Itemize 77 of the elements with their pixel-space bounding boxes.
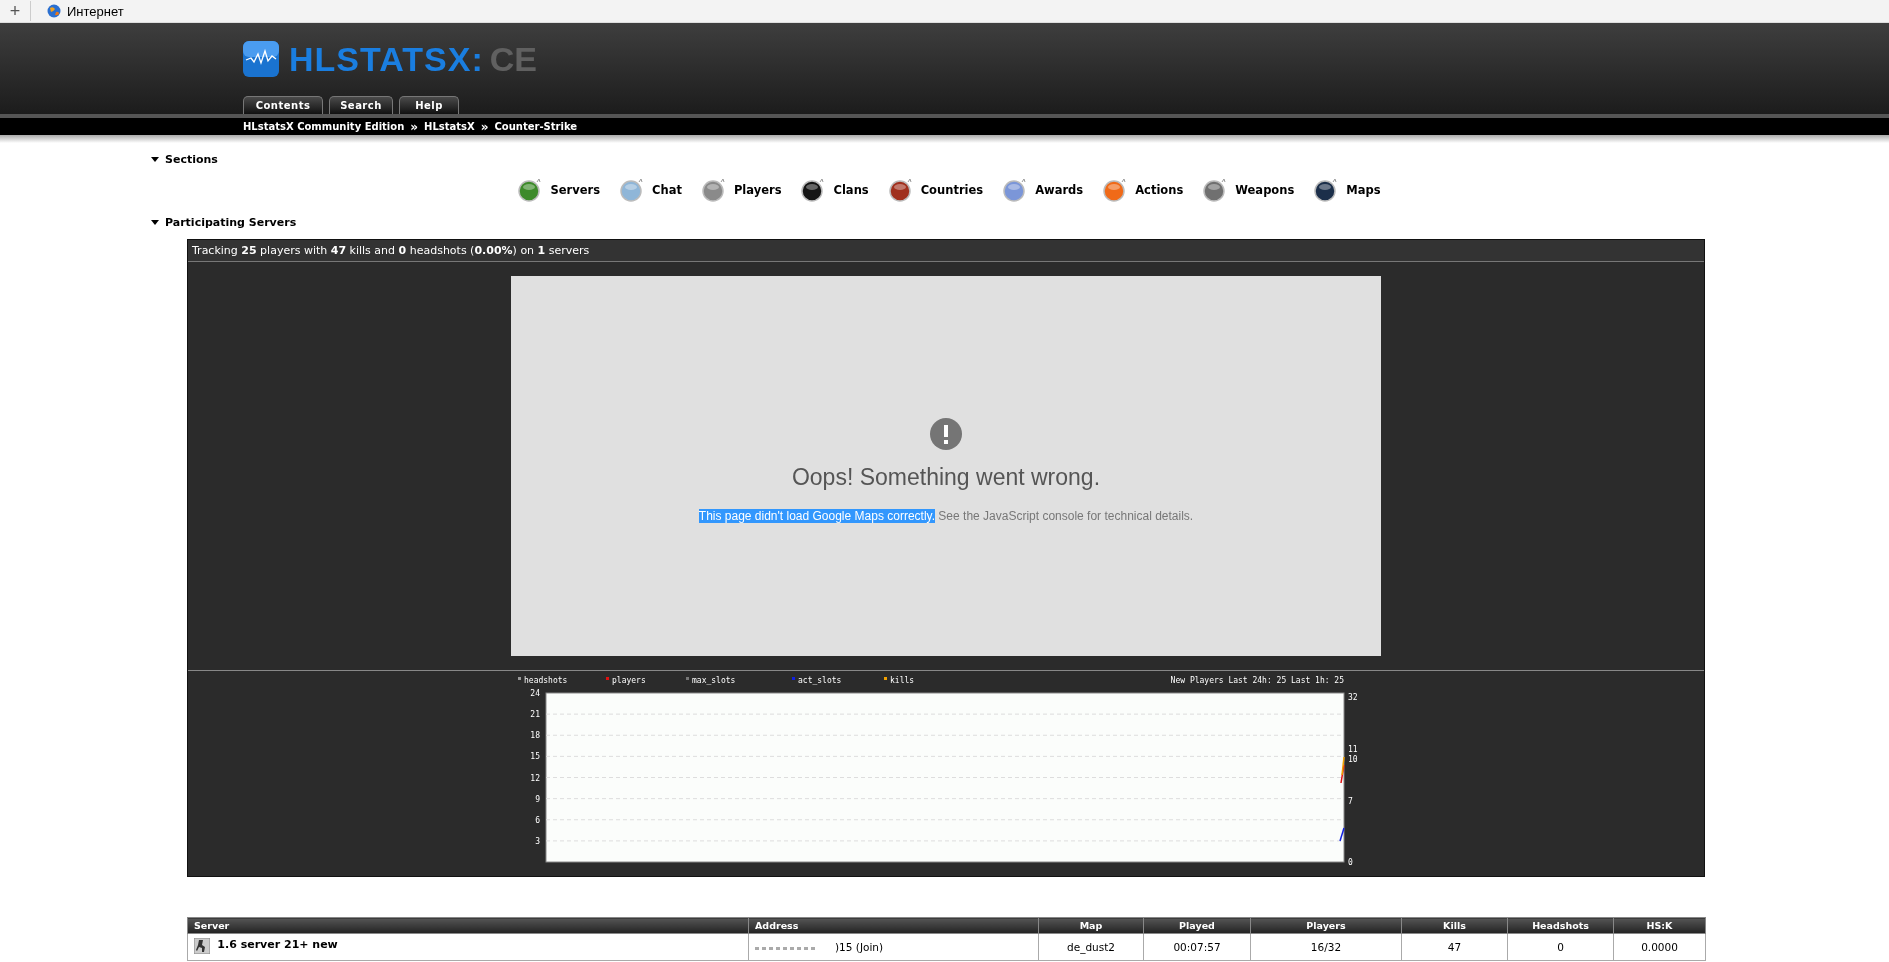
value-label: 32 (1348, 693, 1358, 702)
section-link[interactable]: Actions (1103, 178, 1184, 202)
section-icon (1203, 178, 1228, 202)
nav-tab[interactable]: Help (399, 96, 459, 114)
legend-label: players (612, 676, 646, 685)
new-tab-button[interactable]: + (0, 1, 31, 21)
table-cell: 47 (1401, 933, 1508, 961)
tab-title[interactable]: Интернет (67, 3, 124, 19)
breadcrumb-separator: » (480, 119, 489, 134)
error-message: See the JavaScript console for technical details. (938, 508, 1194, 523)
column-header[interactable]: Address (748, 917, 1039, 934)
section-link[interactable]: Clans (801, 178, 869, 202)
section-link[interactable]: Servers (518, 178, 600, 202)
y-tick-label: 21 (530, 710, 540, 720)
table-cell: de_dust2 (1038, 933, 1144, 961)
section-heading: Sections (165, 153, 218, 166)
legend-label: kills (890, 676, 915, 685)
server-name[interactable]: 1.6 server 21+ new (217, 938, 338, 951)
error-title: Oops! Something went wrong. (791, 463, 1101, 491)
y-tick-label: 6 (535, 815, 540, 825)
section-link[interactable]: Weapons (1203, 178, 1295, 202)
logo-icon (243, 41, 279, 77)
column-header[interactable]: Players (1250, 917, 1402, 934)
legend-label: act_slots (798, 676, 842, 685)
y-tick-label: 24 (530, 689, 540, 698)
section-icon (1103, 178, 1128, 202)
legend-label: max_slots (692, 676, 736, 685)
section-icon (701, 178, 726, 202)
y-tick-label: 12 (530, 773, 540, 783)
section-link[interactable]: Maps (1314, 178, 1381, 202)
legend-label: headshots (524, 676, 568, 685)
section-link[interactable]: Chat (620, 178, 682, 202)
column-header[interactable]: HS:K (1613, 917, 1706, 934)
value-label: 7 (1348, 797, 1353, 806)
section-icon (1314, 178, 1339, 202)
y-tick-label: 15 (530, 752, 540, 762)
section-link[interactable]: Awards (1003, 178, 1084, 202)
series-line (1339, 827, 1345, 842)
logo-text: HLSTATSX: (289, 39, 484, 79)
column-header[interactable]: Headshots (1507, 917, 1614, 934)
section-icon (620, 178, 644, 202)
y-tick-label: 18 (530, 731, 540, 741)
section-link[interactable]: Players (701, 178, 782, 202)
address-text[interactable]: )15 (Join) (835, 941, 884, 953)
warning-icon (930, 417, 962, 450)
table-cell: 0.0000 (1613, 933, 1706, 961)
table-cell: 00:07:57 (1143, 933, 1251, 961)
breadcrumb-link[interactable]: HLstatsX (424, 121, 475, 132)
chart-note: New Players Last 24h: 25 Last 1h: 25 (1170, 676, 1344, 685)
value-label: 0 (1348, 858, 1353, 867)
section-heading: Participating Servers (165, 216, 297, 229)
section-icon (888, 178, 913, 202)
summary-text: Tracking 25 players with 47 kills and 0 headshots (0.00%) on 1 servers (188, 240, 1704, 262)
breadcrumb-link[interactable]: Counter-Strike (494, 121, 578, 132)
section-icon (518, 178, 543, 202)
column-header[interactable]: Kills (1401, 917, 1508, 934)
section-link[interactable]: Countries (888, 178, 984, 202)
table-cell: 0 (1507, 933, 1614, 961)
expand-icon[interactable] (151, 157, 159, 162)
y-tick-label: 9 (535, 794, 540, 804)
globe-icon (47, 4, 61, 18)
value-label: 11 (1348, 745, 1358, 754)
nav-tab[interactable]: Contents (243, 96, 323, 114)
expand-icon[interactable] (151, 220, 159, 225)
value-label: 10 (1348, 755, 1358, 764)
column-header[interactable]: Played (1143, 917, 1251, 934)
error-message: This page didn't load Google Maps correctly. (698, 508, 935, 523)
nav-tab[interactable]: Search (329, 96, 393, 114)
column-header[interactable]: Map (1038, 917, 1144, 934)
redaction-mark (755, 946, 815, 950)
section-icon (1003, 178, 1028, 202)
breadcrumb-separator: » (410, 119, 419, 134)
breadcrumb-link[interactable]: HLstatsX Community Edition (243, 121, 405, 132)
section-icon (801, 178, 826, 202)
column-header[interactable]: Server (187, 917, 749, 934)
y-tick-label: 3 (535, 836, 540, 846)
table-cell: 16/32 (1250, 933, 1402, 961)
